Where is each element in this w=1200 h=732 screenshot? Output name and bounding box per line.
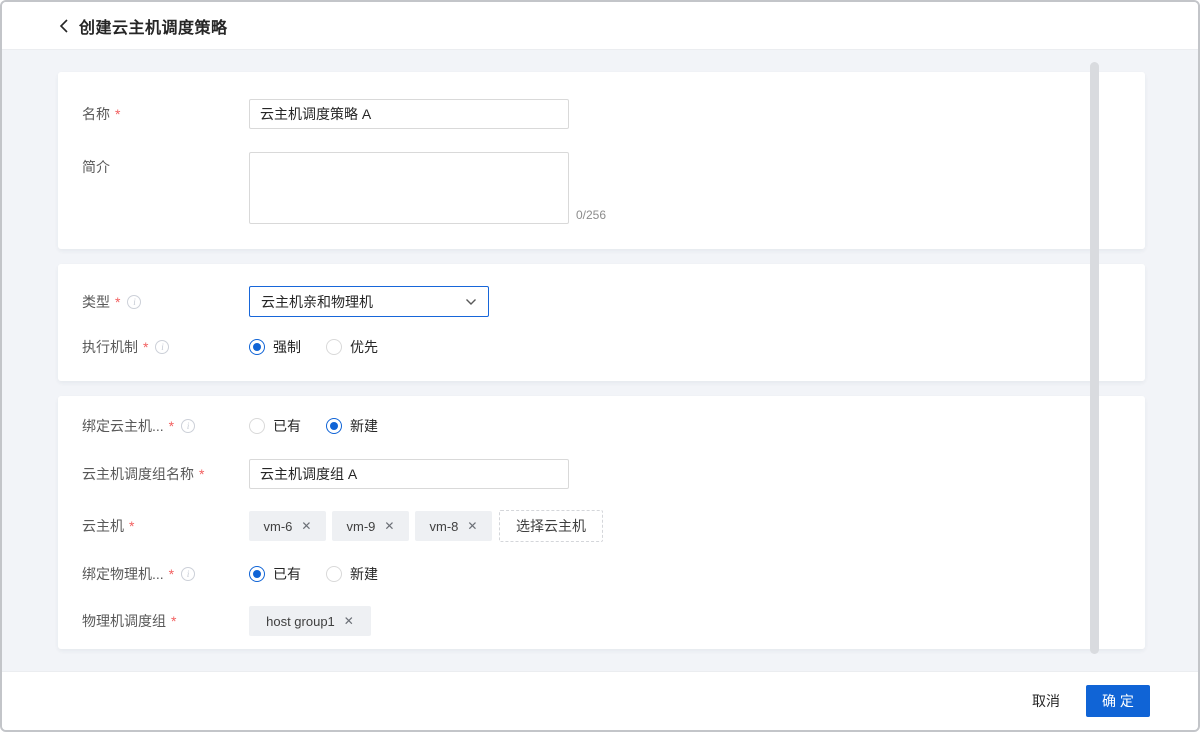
host-group-tag: host group1 ✕ [249,606,371,636]
vm-tag: vm-8 ✕ [415,511,492,541]
name-input[interactable] [249,99,569,129]
required-marker: * [171,613,176,629]
info-icon[interactable]: i [181,419,195,433]
vm-group-name-row: 云主机调度组名称 * [58,459,1145,489]
back-button[interactable] [59,18,69,34]
char-counter: 0/256 [576,208,606,222]
chevron-down-icon [465,298,477,306]
required-marker: * [115,106,120,122]
form-content: 名称 * 简介 0/256 类型 * i [2,50,1198,671]
vertical-scrollbar-thumb[interactable] [1090,62,1099,654]
cancel-button[interactable]: 取消 [1032,691,1060,711]
host-group-row: 物理机调度组 * host group1 ✕ [58,606,1145,636]
type-select[interactable]: 云主机亲和物理机 [249,286,489,317]
vm-tag: vm-6 ✕ [249,511,326,541]
description-label: 简介 [82,157,110,177]
close-icon[interactable]: ✕ [384,520,394,532]
policy-type-card: 类型 * i 云主机亲和物理机 执行机制 * i [58,264,1145,381]
radio-vm-group-new[interactable]: 新建 [326,416,378,436]
bind-vm-group-label: 绑定云主机... [82,416,164,436]
radio-icon [326,339,342,355]
bind-host-group-row: 绑定物理机... * i 已有 新建 [58,564,1145,584]
close-icon[interactable]: ✕ [344,615,354,627]
page-footer: 取消 确 定 [2,671,1198,730]
host-group-label: 物理机调度组 [82,611,166,631]
required-marker: * [115,294,120,310]
radio-host-group-new[interactable]: 新建 [326,564,378,584]
mechanism-row: 执行机制 * i 强制 优先 [58,337,1145,357]
radio-icon [249,566,265,582]
required-marker: * [129,518,134,534]
create-scheduling-policy-page: 创建云主机调度策略 名称 * 简介 0/256 [0,0,1200,732]
radio-host-group-existing[interactable]: 已有 [249,564,301,584]
type-label: 类型 [82,292,110,312]
type-row: 类型 * i 云主机亲和物理机 [58,286,1145,317]
info-icon[interactable]: i [181,567,195,581]
confirm-button[interactable]: 确 定 [1086,685,1150,717]
close-icon[interactable]: ✕ [301,520,311,532]
page-header: 创建云主机调度策略 [2,2,1198,50]
info-icon[interactable]: i [155,340,169,354]
required-marker: * [169,418,174,434]
radio-mechanism-force[interactable]: 强制 [249,337,301,357]
vm-row: 云主机 * vm-6 ✕ vm-9 ✕ vm-8 ✕ [58,510,1145,542]
select-vm-button[interactable]: 选择云主机 [499,510,603,542]
type-select-value: 云主机亲和物理机 [261,292,373,312]
info-icon[interactable]: i [127,295,141,309]
basic-info-card: 名称 * 简介 0/256 [58,72,1145,249]
bind-vm-group-row: 绑定云主机... * i 已有 新建 [58,416,1145,436]
required-marker: * [199,466,204,482]
chevron-left-icon [59,18,69,34]
required-marker: * [143,339,148,355]
name-label: 名称 [82,104,110,124]
description-row: 简介 0/256 [58,152,1145,224]
radio-icon [249,418,265,434]
bind-host-group-label: 绑定物理机... [82,564,164,584]
radio-icon [326,418,342,434]
vm-tag: vm-9 ✕ [332,511,409,541]
vm-label: 云主机 [82,516,124,536]
vm-group-name-label: 云主机调度组名称 [82,464,194,484]
close-icon[interactable]: ✕ [467,520,477,532]
radio-icon [249,339,265,355]
mechanism-label: 执行机制 [82,337,138,357]
vm-group-name-input[interactable] [249,459,569,489]
radio-vm-group-existing[interactable]: 已有 [249,416,301,436]
page-title: 创建云主机调度策略 [79,14,228,38]
description-textarea[interactable] [249,152,569,224]
radio-icon [326,566,342,582]
required-marker: * [169,566,174,582]
radio-mechanism-prefer[interactable]: 优先 [326,337,378,357]
name-row: 名称 * [58,99,1145,129]
binding-card: 绑定云主机... * i 已有 新建 云主机调度组 [58,396,1145,649]
